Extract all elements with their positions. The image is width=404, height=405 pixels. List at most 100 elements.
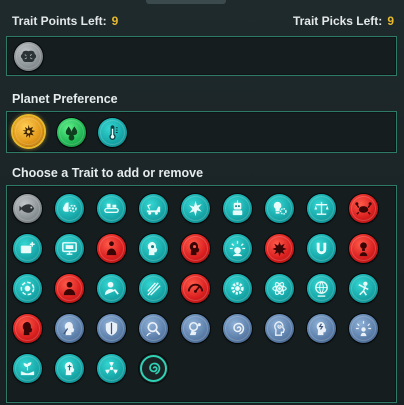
- gear-cycle-icon: [20, 281, 35, 296]
- trait-scales[interactable]: [307, 194, 336, 223]
- trait-head-ideas[interactable]: [181, 314, 210, 343]
- fish-icon: [19, 204, 35, 213]
- trait-picker-grid: [6, 185, 397, 403]
- lightbulb-gear-icon: [273, 201, 287, 215]
- head-gear-red-icon: [189, 241, 200, 256]
- species-traits-panel: Trait Points Left: 9 Trait Picks Left: 9 P…: [0, 0, 404, 405]
- trait-picks-value: 9: [387, 14, 394, 28]
- trait-person-red[interactable]: [55, 274, 84, 303]
- trait-radiation[interactable]: [97, 354, 126, 383]
- film-add-icon: [20, 241, 35, 254]
- radiant-head-icon: [229, 240, 246, 257]
- head-gears-icon: [63, 321, 75, 336]
- spiral-galaxy-icon: [149, 362, 161, 375]
- head-red-icon: [22, 321, 33, 336]
- trait-stats-row: Trait Points Left: 9 Trait Picks Left: 9: [12, 13, 394, 29]
- planet-preference-box: [6, 111, 397, 153]
- trait-star-burst[interactable]: [181, 194, 210, 223]
- trait-mining-vehicle[interactable]: [139, 194, 168, 223]
- planet-option-wet[interactable]: [57, 118, 86, 147]
- fighter-icon: [358, 281, 369, 296]
- head-ideas-icon: [189, 322, 201, 336]
- scales-icon: [314, 201, 329, 215]
- planet-option-temperature[interactable]: [98, 118, 127, 147]
- trait-head-tree[interactable]: [55, 354, 84, 383]
- trait-head-gears[interactable]: [55, 314, 84, 343]
- magnet-icon: [316, 242, 327, 255]
- trait-gauge[interactable]: [181, 274, 210, 303]
- trait-picks-stat: Trait Picks Left: 9: [293, 14, 394, 28]
- trait-fighter[interactable]: [349, 274, 378, 303]
- trait-figure-bulb[interactable]: [349, 234, 378, 263]
- arid-planet-icon: [22, 124, 36, 139]
- trait-spiral-galaxy[interactable]: [139, 354, 168, 383]
- trait-points-stat: Trait Points Left: 9: [12, 14, 118, 28]
- trait-gear-cycle[interactable]: [13, 274, 42, 303]
- trait-worker[interactable]: [97, 274, 126, 303]
- monitor-icon: [62, 242, 77, 255]
- person-red-icon: [63, 281, 76, 296]
- trait-radiant-head[interactable]: [223, 234, 252, 263]
- crab-icon: [355, 202, 372, 215]
- trait-conveyor[interactable]: [97, 194, 126, 223]
- wet-climate-icon: [65, 126, 78, 141]
- trait-radiant-figure[interactable]: [349, 314, 378, 343]
- selected-trait-brain[interactable]: [14, 42, 43, 71]
- trait-magnet[interactable]: [307, 234, 336, 263]
- wheat-icon: [147, 282, 161, 296]
- swirl-icon: [233, 322, 245, 335]
- trait-charged-head[interactable]: [307, 314, 336, 343]
- trait-spiral-head[interactable]: [265, 314, 294, 343]
- trait-lightbulb-gear[interactable]: [265, 194, 294, 223]
- trait-splat[interactable]: [265, 234, 294, 263]
- trait-points-label: Trait Points Left:: [12, 14, 107, 28]
- figure-bulb-icon: [359, 242, 368, 257]
- trait-plant-hands[interactable]: [13, 354, 42, 383]
- radiant-figure-icon: [355, 320, 372, 337]
- selected-traits-box: [6, 36, 397, 76]
- trait-shield-head[interactable]: [97, 314, 126, 343]
- trait-robot[interactable]: [223, 194, 252, 223]
- trait-fish[interactable]: [13, 194, 42, 223]
- plant-hands-icon: [20, 362, 35, 376]
- trait-picker-title: Choose a Trait to add or remove: [12, 166, 204, 180]
- radiation-icon: [105, 362, 118, 374]
- trait-globe-person[interactable]: [307, 274, 336, 303]
- figure-red-icon: [106, 241, 117, 256]
- charged-head-icon: [316, 321, 327, 336]
- thermometer-icon: [109, 125, 118, 140]
- mining-vehicle-icon: [146, 204, 161, 215]
- planet-preference-title: Planet Preference: [12, 92, 118, 106]
- trait-monitor[interactable]: [55, 234, 84, 263]
- shield-head-icon: [105, 321, 118, 336]
- splat-icon: [272, 241, 287, 257]
- trait-picks-label: Trait Picks Left:: [292, 14, 383, 28]
- globe-person-icon: [315, 281, 328, 297]
- head-tree-icon: [64, 361, 75, 376]
- star-burst-icon: [189, 200, 202, 217]
- trait-brain-gear[interactable]: [55, 194, 84, 223]
- trait-wheat[interactable]: [139, 274, 168, 303]
- trait-search-head[interactable]: [139, 314, 168, 343]
- gauge-icon: [187, 283, 204, 293]
- trait-gear[interactable]: [223, 274, 252, 303]
- trait-film-add[interactable]: [13, 234, 42, 263]
- gear-icon: [231, 282, 244, 295]
- planet-option-arid[interactable]: [13, 116, 44, 147]
- search-head-icon: [146, 321, 161, 337]
- spiral-head-icon: [274, 321, 285, 336]
- trait-head-gear[interactable]: [139, 234, 168, 263]
- trait-head-gear-red[interactable]: [181, 234, 210, 263]
- brain-gear-icon: [62, 202, 77, 213]
- trait-crab[interactable]: [349, 194, 378, 223]
- trait-swirl[interactable]: [223, 314, 252, 343]
- worker-icon: [104, 281, 119, 296]
- robot-icon: [232, 200, 243, 216]
- conveyor-icon: [104, 203, 119, 213]
- trait-head-red[interactable]: [13, 314, 42, 343]
- trait-figure-red[interactable]: [97, 234, 126, 263]
- head-gear-icon: [147, 241, 158, 256]
- brain-icon: [20, 50, 37, 63]
- trait-points-value: 9: [111, 14, 119, 28]
- trait-atom[interactable]: [265, 274, 294, 303]
